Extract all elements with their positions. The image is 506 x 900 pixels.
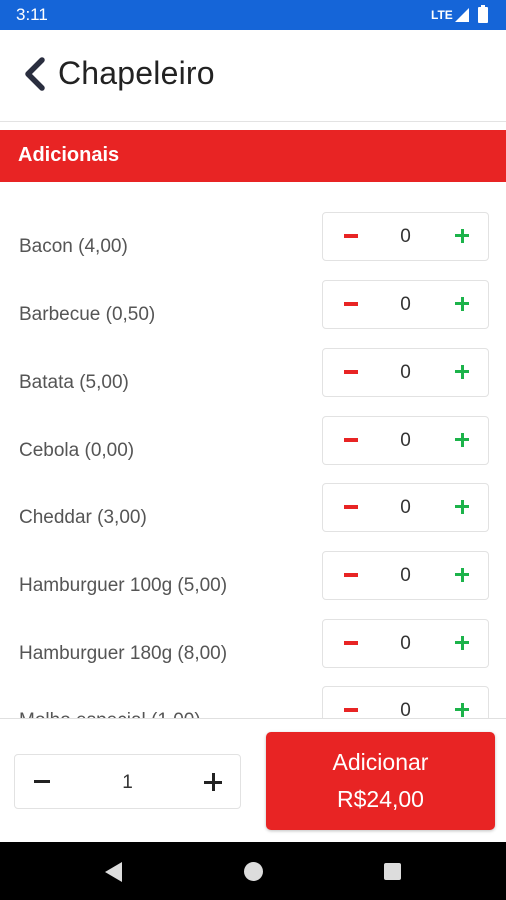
plus-icon[interactable] (451, 496, 473, 518)
minus-icon[interactable] (341, 293, 363, 315)
addon-row-bacon: Bacon (4,00) 0 (0, 212, 506, 282)
square-recents-icon[interactable] (384, 863, 401, 880)
addon-label: Hamburguer 180g (8,00) (19, 643, 228, 664)
plus-icon[interactable] (451, 429, 473, 451)
circle-home-icon[interactable] (244, 862, 263, 881)
plus-icon[interactable] (451, 361, 473, 383)
quantity-value: 0 (400, 294, 411, 315)
quantity-value: 0 (400, 226, 411, 247)
addon-row-batata: Batata (5,00) 0 (0, 348, 506, 418)
minus-icon[interactable] (341, 361, 363, 383)
addon-row-cheddar: Cheddar (3,00) 0 (0, 483, 506, 553)
minus-icon[interactable] (341, 429, 363, 451)
quantity-value: 0 (400, 565, 411, 586)
addon-row-hamburguer-100g: Hamburguer 100g (5,00) 0 (0, 551, 506, 621)
plus-icon[interactable] (451, 632, 473, 654)
status-time: 3:11 (16, 5, 48, 24)
quantity-stepper: 0 (322, 551, 489, 600)
bottom-bar: 1 Adicionar R$24,00 (0, 718, 506, 842)
addon-label: Hamburguer 100g (5,00) (19, 575, 228, 596)
addon-label: Batata (5,00) (19, 372, 129, 393)
addon-label: Barbecue (0,50) (19, 304, 156, 325)
quantity-stepper: 0 (322, 416, 489, 465)
quantity-stepper: 0 (322, 212, 489, 261)
addon-row-barbecue: Barbecue (0,50) 0 (0, 280, 506, 350)
page-title: Chapeleiro (58, 55, 215, 91)
item-quantity-value: 1 (122, 772, 133, 793)
addon-row-cebola: Cebola (0,00) 0 (0, 416, 506, 486)
minus-icon[interactable] (31, 771, 53, 793)
quantity-value: 0 (400, 362, 411, 383)
quantity-stepper: 0 (322, 483, 489, 532)
add-button-price: R$24,00 (337, 786, 424, 812)
battery-icon (478, 5, 488, 23)
quantity-value: 0 (400, 633, 411, 654)
back-arrow-icon[interactable] (18, 52, 52, 96)
quantity-stepper: 0 (322, 619, 489, 668)
app-bar: Chapeleiro (0, 30, 506, 122)
minus-icon[interactable] (341, 496, 363, 518)
addon-row-hamburguer-180g: Hamburguer 180g (8,00) 0 (0, 619, 506, 689)
minus-icon[interactable] (341, 564, 363, 586)
plus-icon[interactable] (451, 225, 473, 247)
navigation-bar (0, 842, 506, 900)
minus-icon[interactable] (341, 699, 363, 718)
quantity-value: 0 (400, 700, 411, 718)
plus-icon[interactable] (451, 564, 473, 586)
addon-label: Bacon (4,00) (19, 236, 128, 257)
section-header: Adicionais (0, 130, 506, 182)
minus-icon[interactable] (341, 632, 363, 654)
triangle-back-icon[interactable] (103, 861, 123, 883)
addon-label: Cebola (0,00) (19, 440, 135, 461)
add-to-cart-button[interactable]: Adicionar R$24,00 (266, 732, 495, 830)
status-bar: 3:11 LTE (0, 0, 506, 30)
signal-icon (455, 8, 469, 22)
quantity-value: 0 (400, 430, 411, 451)
addon-label: Molho especial (1,00) (19, 710, 201, 718)
plus-icon[interactable] (451, 699, 473, 718)
addon-label: Cheddar (3,00) (19, 507, 147, 528)
minus-icon[interactable] (341, 225, 363, 247)
quantity-stepper: 0 (322, 686, 489, 718)
quantity-stepper: 0 (322, 348, 489, 397)
section-title: Adicionais (18, 144, 120, 166)
plus-icon[interactable] (202, 771, 224, 793)
network-type: LTE (431, 8, 453, 22)
plus-icon[interactable] (451, 293, 473, 315)
quantity-stepper: 0 (322, 280, 489, 329)
item-quantity-stepper: 1 (14, 754, 241, 809)
addon-list[interactable]: Bacon (4,00) 0 Barbecue (0,50) 0 Batata … (0, 182, 506, 718)
addon-row-molho-especial: Molho especial (1,00) 0 (0, 686, 506, 718)
quantity-value: 0 (400, 497, 411, 518)
add-button-label: Adicionar (332, 749, 429, 775)
